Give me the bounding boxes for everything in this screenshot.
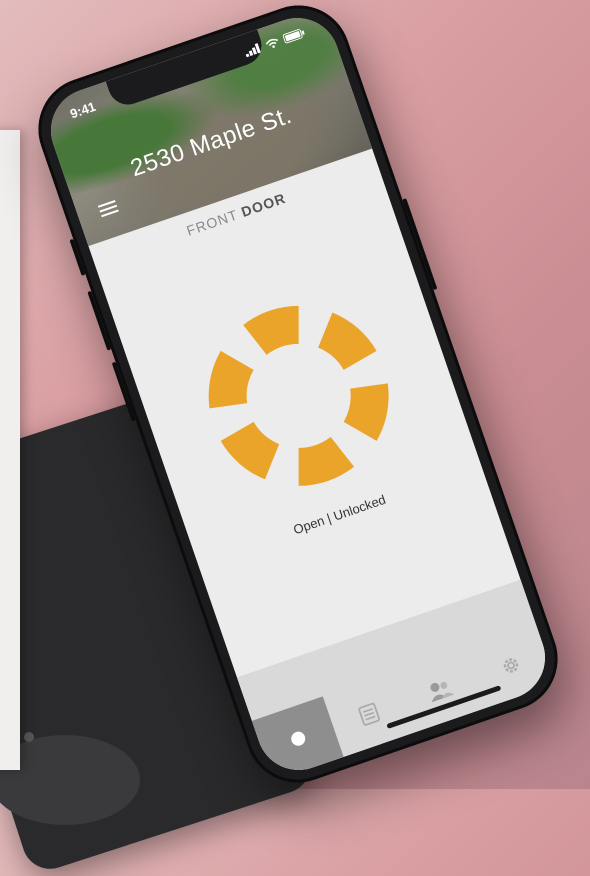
background-device-screw [24,732,34,742]
lock-toggle-button[interactable] [172,269,426,523]
history-list-icon [357,702,380,726]
lock-ring-segment [318,312,377,370]
lock-ring-segment [343,383,389,441]
lock-ring-segment [208,350,254,409]
wifi-icon [265,38,278,49]
dot-icon [288,729,307,748]
gear-icon [503,658,518,673]
lock-ring-segment [298,436,355,486]
door-title-main: DOOR [239,189,288,220]
lock-ring-segment [243,305,299,355]
background-door-panel [0,130,20,770]
lock-ring-segment [220,421,280,480]
users-icon [430,682,454,703]
door-title-prefix: FRONT [184,206,240,239]
cellular-signal-icon [245,42,262,58]
lock-ring-icon [208,305,389,486]
